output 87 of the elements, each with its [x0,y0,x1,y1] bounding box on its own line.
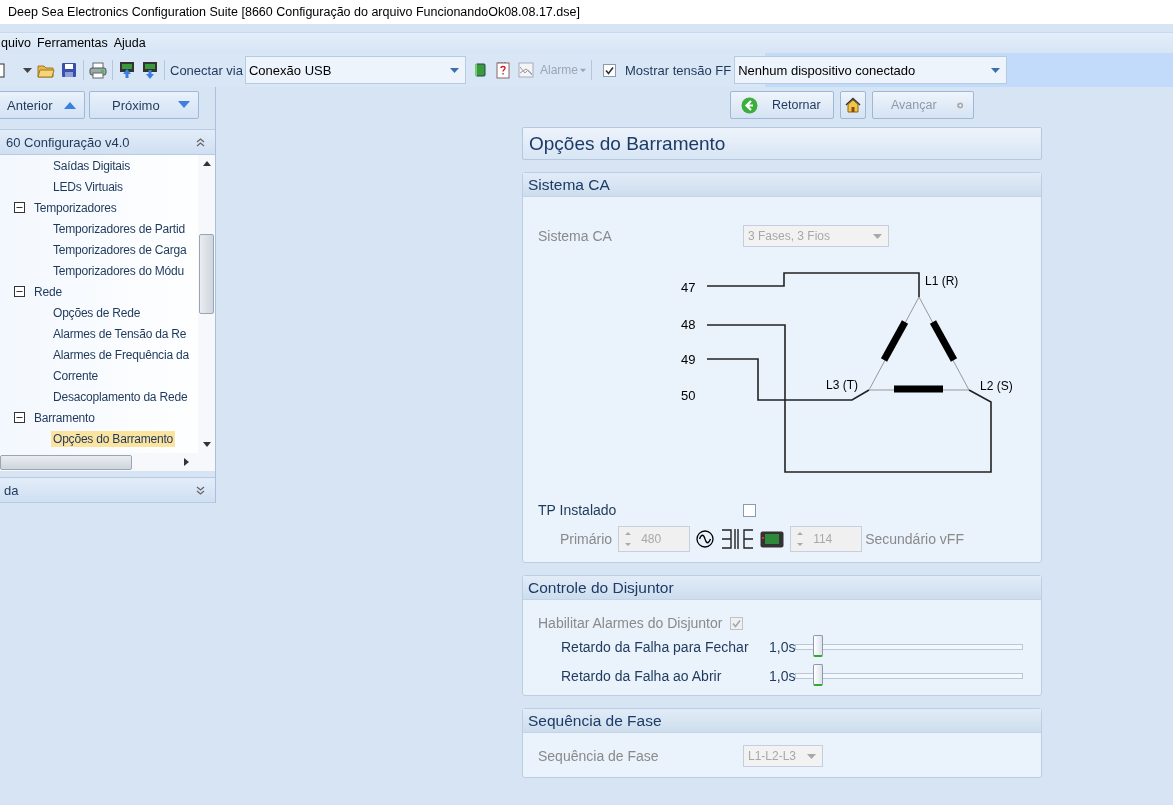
phase-label: L1 (R) [925,274,959,288]
phase-label: L3 (T) [826,378,858,392]
home-icon [845,97,861,113]
panel-header[interactable]: da [0,477,215,503]
field-label: Retardo da Falha para Fechar [561,639,750,655]
field-label: Primário [560,531,613,547]
slider-thumb[interactable] [813,664,824,686]
tree-item[interactable]: Temporizadores [32,199,119,216]
down-arrow-icon [178,101,190,109]
tree-item[interactable]: Saídas Digitais [51,157,133,174]
expand-chevron-icon[interactable] [196,485,205,495]
field-label: TP Instalado [538,502,618,518]
value-reading: 1,0s [769,639,796,655]
scrollbar-thumb[interactable] [0,454,132,470]
menu-item[interactable]: quivo [0,36,32,50]
connection-dropdown[interactable]: Conexão USB [245,56,466,84]
home-button[interactable] [840,91,866,119]
terminal-label: 49 [681,352,696,367]
controller-device-icon [760,530,785,548]
dropdown-caret-icon [807,753,816,759]
save-icon[interactable] [60,61,78,79]
window-title: Deep Sea Electronics Configuration Suite [8660 Configuração do arquivo FuncionandoOk08.08.17.dse] [8,5,580,19]
collapse-icon[interactable] [14,202,25,213]
panel-title: da [4,482,19,498]
back-arrow-icon [741,96,758,114]
toolbar-label: Conectar via [170,62,243,78]
section-header: Controle do Disjuntor [523,576,1042,600]
panel-title: 60 Configuração v4.0 [6,134,130,150]
back-button[interactable]: Retornar [730,91,834,119]
value-reading: 1,0s [769,668,796,684]
terminal-label: 50 [681,388,696,403]
download-device-icon[interactable] [141,61,159,79]
scrollbar-thumb[interactable] [199,234,214,314]
scroll-up-icon[interactable] [202,161,211,166]
menu-item[interactable]: Ajuda [112,36,147,50]
section-header: Sistema CA [523,173,1042,197]
tree-item[interactable]: Alarmes de Tensão da Re [51,325,189,342]
next-button[interactable]: Próximo [89,91,199,119]
print-icon[interactable] [89,61,107,79]
collapse-icon[interactable] [14,286,25,297]
tree-item[interactable]: LEDs Virtuais [51,178,125,195]
field-label: Retardo da Falha ao Abrir [561,668,723,684]
checkbox-label: Habilitar Alarmes do Disjuntor [538,615,723,631]
checkbox-label: Mostrar tensão FF [625,62,732,78]
up-arrow-icon [64,101,76,109]
dropdown-caret-icon [450,67,459,73]
tree-item[interactable]: Desacoplamento da Rede [51,388,190,405]
tree-item[interactable]: Temporizadores de Carga [51,241,189,258]
slider[interactable] [795,663,1024,689]
collapse-chevron-icon[interactable] [196,137,205,147]
report-icon[interactable] [494,61,512,79]
dropdown-caret-icon [23,67,32,73]
phase-label: L2 (S) [980,379,1013,393]
slider[interactable] [795,634,1024,660]
terminal-label: 47 [681,280,696,295]
section-header: Sequência de Fase [523,709,1042,733]
checkbox[interactable] [743,503,756,517]
field-label: Sistema CA [538,228,613,244]
transformer-icon [720,528,755,550]
field-label: Sequência de Fase [538,748,660,764]
slider-thumb[interactable] [813,635,824,657]
horizontal-scrollbar[interactable] [0,453,215,471]
menu-item[interactable]: Ferramentas [35,36,109,50]
tree-item[interactable]: Alarmes de Frequência da [51,346,191,363]
terminal-label: 48 [681,317,696,332]
upload-device-icon[interactable] [118,61,136,79]
dropdown-caret-icon [991,67,1001,73]
tree-item[interactable]: Corrente [51,367,101,384]
field-label: Secundário vFF [865,531,964,547]
tree-item[interactable]: Barramento [32,409,97,426]
vertical-scrollbar[interactable] [198,155,215,453]
tree-item[interactable]: Opções de Rede [51,304,143,321]
ac-wave-icon [696,530,715,548]
scroll-right-icon[interactable] [184,458,189,466]
tree-item[interactable]: Opções do Barramento [51,430,176,447]
tree-item[interactable]: Temporizadores de Partid [51,220,187,237]
previous-button[interactable]: Anterior [0,91,85,119]
panel-header[interactable]: 60 Configuração v4.0 [0,129,215,155]
dropdown-caret-icon [873,233,882,239]
tree-item[interactable]: Temporizadores do Módu [51,262,186,279]
dropdown-caret-icon [580,67,586,73]
collapse-icon[interactable] [14,412,25,423]
tree-item[interactable]: Rede [32,283,64,300]
device-dropdown[interactable]: Nenhum dispositivo conectado [734,56,1008,84]
scroll-down-icon[interactable] [202,442,211,447]
page-title: Opções do Barramento [522,127,1043,160]
checkbox[interactable] [603,63,616,77]
